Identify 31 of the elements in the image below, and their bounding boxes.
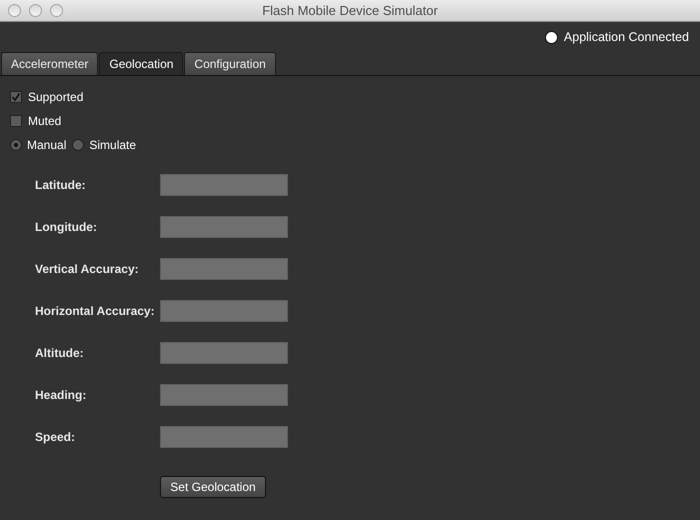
field-label: Latitude: xyxy=(35,177,87,194)
radio-button[interactable] xyxy=(10,138,22,150)
input-field[interactable] xyxy=(160,384,288,406)
checkbox[interactable] xyxy=(10,114,22,126)
status-label: Application Connected xyxy=(564,28,689,46)
field-label: Vertical Accuracy: xyxy=(35,261,140,278)
input-field[interactable] xyxy=(160,258,288,280)
window-control-icon[interactable] xyxy=(8,4,21,17)
field-label: Horizontal Accuracy: xyxy=(35,303,156,320)
radio-label: Manual xyxy=(27,136,66,154)
field-label: Speed: xyxy=(35,429,76,446)
tab[interactable]: Accelerometer xyxy=(1,52,98,75)
window-control-icon[interactable] xyxy=(29,4,42,17)
checkbox[interactable] xyxy=(10,90,22,102)
checkbox-label: Supported xyxy=(28,88,84,106)
field-label: Longitude: xyxy=(35,219,98,236)
input-field[interactable] xyxy=(160,174,288,196)
input-field[interactable] xyxy=(160,216,288,238)
window-title: Flash Mobile Device Simulator xyxy=(262,2,438,20)
field-label: Heading: xyxy=(35,387,88,404)
tab[interactable]: Configuration xyxy=(184,52,276,75)
set-geolocation-button[interactable]: Set Geolocation xyxy=(160,476,266,498)
radio-label: Simulate xyxy=(89,136,136,154)
input-field[interactable] xyxy=(160,300,288,322)
input-field[interactable] xyxy=(160,342,288,364)
checkbox-label: Muted xyxy=(28,112,62,130)
input-field[interactable] xyxy=(160,426,288,448)
window-control-icon[interactable] xyxy=(50,4,63,17)
radio-button[interactable] xyxy=(72,138,84,150)
tab[interactable]: Geolocation xyxy=(99,52,184,75)
field-label: Altitude: xyxy=(35,345,85,362)
